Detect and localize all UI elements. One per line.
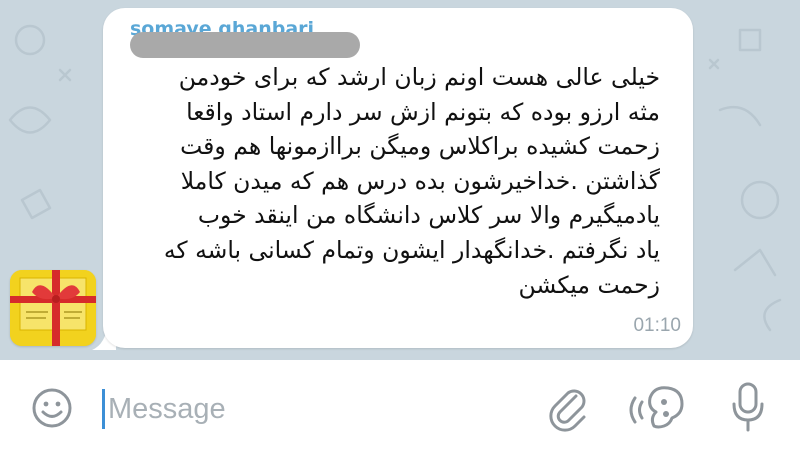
gift-card-avatar-image (10, 270, 96, 346)
sender-name-redaction (130, 32, 360, 58)
text-cursor (102, 389, 105, 429)
sender-name[interactable]: somaye ghanbari (130, 20, 362, 60)
message-input[interactable] (108, 386, 528, 432)
emoji-icon[interactable] (28, 384, 76, 432)
paperclip-icon[interactable] (546, 384, 590, 432)
voice-changer-icon[interactable] (628, 382, 688, 434)
microphone-icon[interactable] (730, 380, 766, 434)
message-text: خیلی عالی هست اونم زبان ارشد که برای خود… (163, 63, 660, 299)
message-timestamp: 01:10 (633, 315, 681, 336)
sender-avatar[interactable] (10, 270, 96, 346)
